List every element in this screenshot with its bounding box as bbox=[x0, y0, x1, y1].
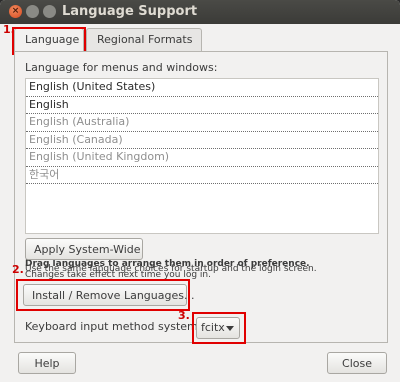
apply-system-wide-button[interactable]: Apply System-Wide bbox=[25, 238, 143, 260]
highlight-box-keyboard-dropdown bbox=[192, 312, 246, 344]
window-title: Language Support bbox=[62, 4, 198, 19]
keyboard-input-label: Keyboard input method system: bbox=[25, 320, 202, 333]
highlight-box-install-button bbox=[16, 279, 190, 311]
close-button[interactable]: Close bbox=[327, 352, 387, 374]
list-item[interactable]: English (Australia) bbox=[26, 114, 378, 132]
window-maximize-icon[interactable] bbox=[43, 5, 56, 18]
list-item[interactable]: English bbox=[26, 97, 378, 114]
language-list[interactable]: English (United States) English English … bbox=[25, 78, 379, 234]
window-minimize-icon[interactable] bbox=[26, 5, 39, 18]
annotation-3: 3. bbox=[178, 309, 190, 322]
menus-language-label: Language for menus and windows: bbox=[25, 61, 218, 74]
list-item[interactable]: English (United States) bbox=[26, 79, 378, 97]
tab-regional-formats[interactable]: Regional Formats bbox=[86, 28, 202, 51]
list-item[interactable]: English (Canada) bbox=[26, 132, 378, 149]
language-support-window: × Language Support 1. Language Regional … bbox=[0, 0, 400, 382]
apply-note: Use the same language choices for startu… bbox=[25, 264, 317, 274]
list-item[interactable]: 한국어 bbox=[26, 167, 378, 184]
dialog-footer: Help Close bbox=[0, 346, 400, 382]
list-item[interactable]: English (United Kingdom) bbox=[26, 149, 378, 167]
help-button[interactable]: Help bbox=[18, 352, 76, 374]
annotation-2: 2. bbox=[12, 263, 24, 276]
window-close-icon[interactable]: × bbox=[9, 5, 22, 18]
title-bar: × Language Support bbox=[0, 0, 400, 24]
